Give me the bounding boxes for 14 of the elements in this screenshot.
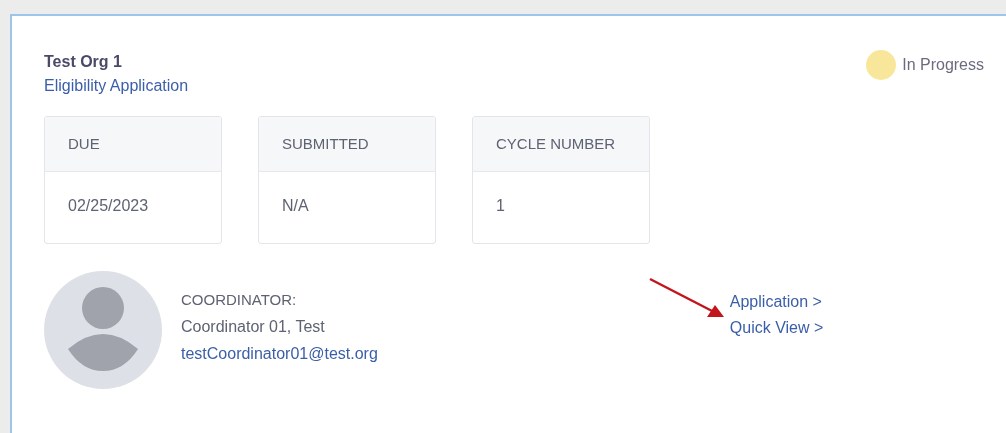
nav-link[interactable]: Application > <box>729 289 824 315</box>
coordinator-name: Coordinator 01, Test <box>181 316 326 337</box>
coordinator-heading: COORDINATOR: <box>181 289 298 310</box>
stat-label: DUE <box>68 133 100 154</box>
status-label: In Progress <box>902 55 984 75</box>
stat-label: SUBMITTED <box>282 133 369 154</box>
stat-value: N/A <box>282 195 309 216</box>
application-type: Eligibility Application <box>44 76 189 96</box>
stat-value: 02/25/2023 <box>68 195 149 216</box>
organization-name: Test Org 1 <box>44 52 123 72</box>
stat-value: 1 <box>496 195 505 216</box>
nav-link[interactable]: Quick View > <box>729 315 824 341</box>
stat-label: CYCLE NUMBER <box>496 133 616 154</box>
coordinator-email[interactable]: testCoordinator01@test.org <box>181 339 378 367</box>
